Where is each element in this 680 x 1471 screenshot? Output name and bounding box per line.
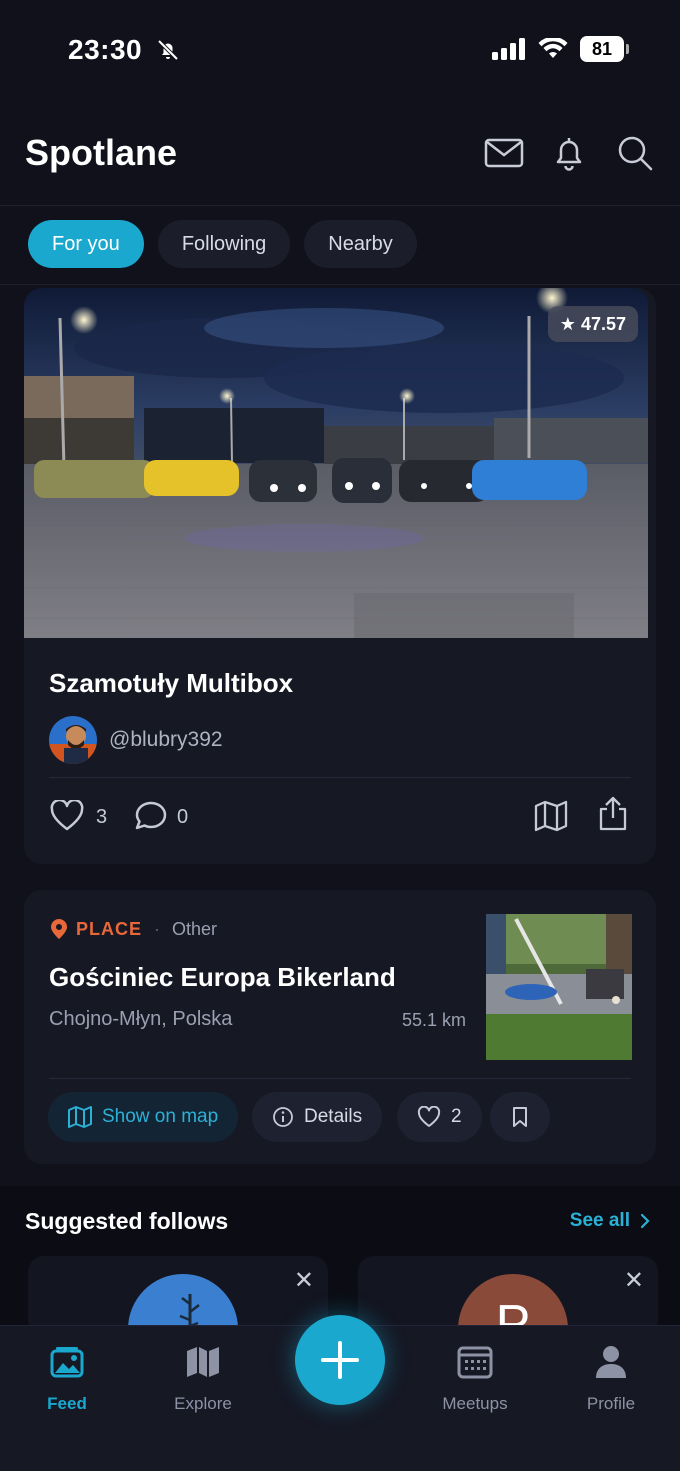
app-header: Spotlane xyxy=(0,100,680,206)
status-bar: 23:30 81 xyxy=(0,0,680,100)
nav-explore-label: Explore xyxy=(174,1394,232,1413)
details-label: Details xyxy=(304,1106,363,1127)
tabs-divider xyxy=(0,284,680,285)
bookmark-button[interactable] xyxy=(490,1092,550,1142)
signal-icon xyxy=(492,38,525,60)
tab-following[interactable]: Following xyxy=(157,220,291,268)
person-icon xyxy=(596,1346,626,1378)
place-meta: PLACE · Other xyxy=(50,918,217,940)
rating-value: 47.57 xyxy=(580,314,626,334)
map-icon xyxy=(68,1106,92,1128)
status-time: 23:30 xyxy=(68,34,143,65)
place-name[interactable]: Gościniec Europa Bikerland xyxy=(49,962,396,993)
dismiss-icon[interactable]: ✕ xyxy=(294,1266,314,1295)
map-icon[interactable] xyxy=(534,800,568,832)
place-distance: 55.1 km xyxy=(401,1010,466,1030)
create-post-button[interactable] xyxy=(295,1315,385,1405)
map-icon xyxy=(187,1347,219,1377)
comment-count: 0 xyxy=(177,806,189,828)
app-title: Spotlane xyxy=(25,132,178,173)
heart-icon xyxy=(417,1106,441,1127)
calendar-icon xyxy=(457,1346,493,1379)
image-icon xyxy=(50,1347,84,1378)
avatar[interactable] xyxy=(49,716,97,764)
post-card[interactable]: ★ 47.57 Szamotuły Multibox @blubry392 3 … xyxy=(24,288,656,864)
bell-icon[interactable] xyxy=(549,133,589,173)
divider xyxy=(49,777,631,778)
place-like-button[interactable]: 2 xyxy=(397,1092,482,1142)
battery-indicator: 81 xyxy=(580,36,629,62)
place-like-count: 2 xyxy=(451,1106,462,1127)
nav-profile[interactable]: Profile xyxy=(551,1342,671,1414)
place-location: Chojno-Młyn, Polska xyxy=(49,1008,233,1030)
post-photo[interactable]: ★ 47.57 xyxy=(24,288,648,638)
suggested-user-card[interactable]: P ✕ xyxy=(358,1256,658,1336)
nav-meetups-label: Meetups xyxy=(442,1394,508,1413)
tab-for-you[interactable]: For you xyxy=(28,220,144,268)
like-count: 3 xyxy=(96,806,108,828)
comment-icon[interactable] xyxy=(134,800,168,832)
plus-icon xyxy=(321,1341,359,1379)
show-on-map-button[interactable]: Show on map xyxy=(48,1092,239,1142)
search-icon[interactable] xyxy=(615,133,655,173)
divider xyxy=(49,1078,631,1079)
place-category: Other xyxy=(172,918,218,939)
place-card[interactable]: PLACE · Other Gościniec Europa Bikerland… xyxy=(24,890,656,1164)
details-button[interactable]: Details xyxy=(252,1092,383,1142)
chevron-right-icon xyxy=(640,1213,650,1229)
nav-feed[interactable]: Feed xyxy=(7,1342,127,1414)
nav-feed-label: Feed xyxy=(47,1394,87,1413)
post-username[interactable]: @blubry392 xyxy=(109,728,223,752)
separator-dot: · xyxy=(154,918,161,939)
nav-meetups[interactable]: Meetups xyxy=(415,1342,535,1414)
heart-icon[interactable] xyxy=(50,800,84,832)
suggested-follows-section: Suggested follows See all ✕ P ✕ xyxy=(0,1186,680,1336)
bookmark-icon xyxy=(513,1107,527,1127)
feed-tabs: For you Following Nearby xyxy=(28,220,417,268)
suggested-user-card[interactable]: ✕ xyxy=(28,1256,328,1336)
share-icon[interactable] xyxy=(596,796,630,832)
info-icon xyxy=(273,1107,293,1127)
place-type: PLACE xyxy=(76,918,143,939)
dismiss-icon[interactable]: ✕ xyxy=(624,1266,644,1295)
see-all-label: See all xyxy=(569,1210,630,1231)
section-title: Suggested follows xyxy=(25,1208,229,1234)
nav-explore[interactable]: Explore xyxy=(143,1342,263,1414)
place-thumbnail[interactable] xyxy=(486,914,632,1060)
mail-icon[interactable] xyxy=(484,133,524,173)
location-pin-icon xyxy=(51,919,67,939)
rating-badge: ★ 47.57 xyxy=(547,306,638,342)
bell-muted-icon xyxy=(157,39,179,61)
see-all-link[interactable]: See all xyxy=(570,1210,650,1232)
star-icon: ★ xyxy=(559,314,576,334)
post-title[interactable]: Szamotuły Multibox xyxy=(49,668,293,699)
tab-nearby[interactable]: Nearby xyxy=(304,220,417,268)
nav-profile-label: Profile xyxy=(586,1394,636,1413)
show-on-map-label: Show on map xyxy=(102,1106,219,1127)
wifi-icon xyxy=(538,38,568,58)
